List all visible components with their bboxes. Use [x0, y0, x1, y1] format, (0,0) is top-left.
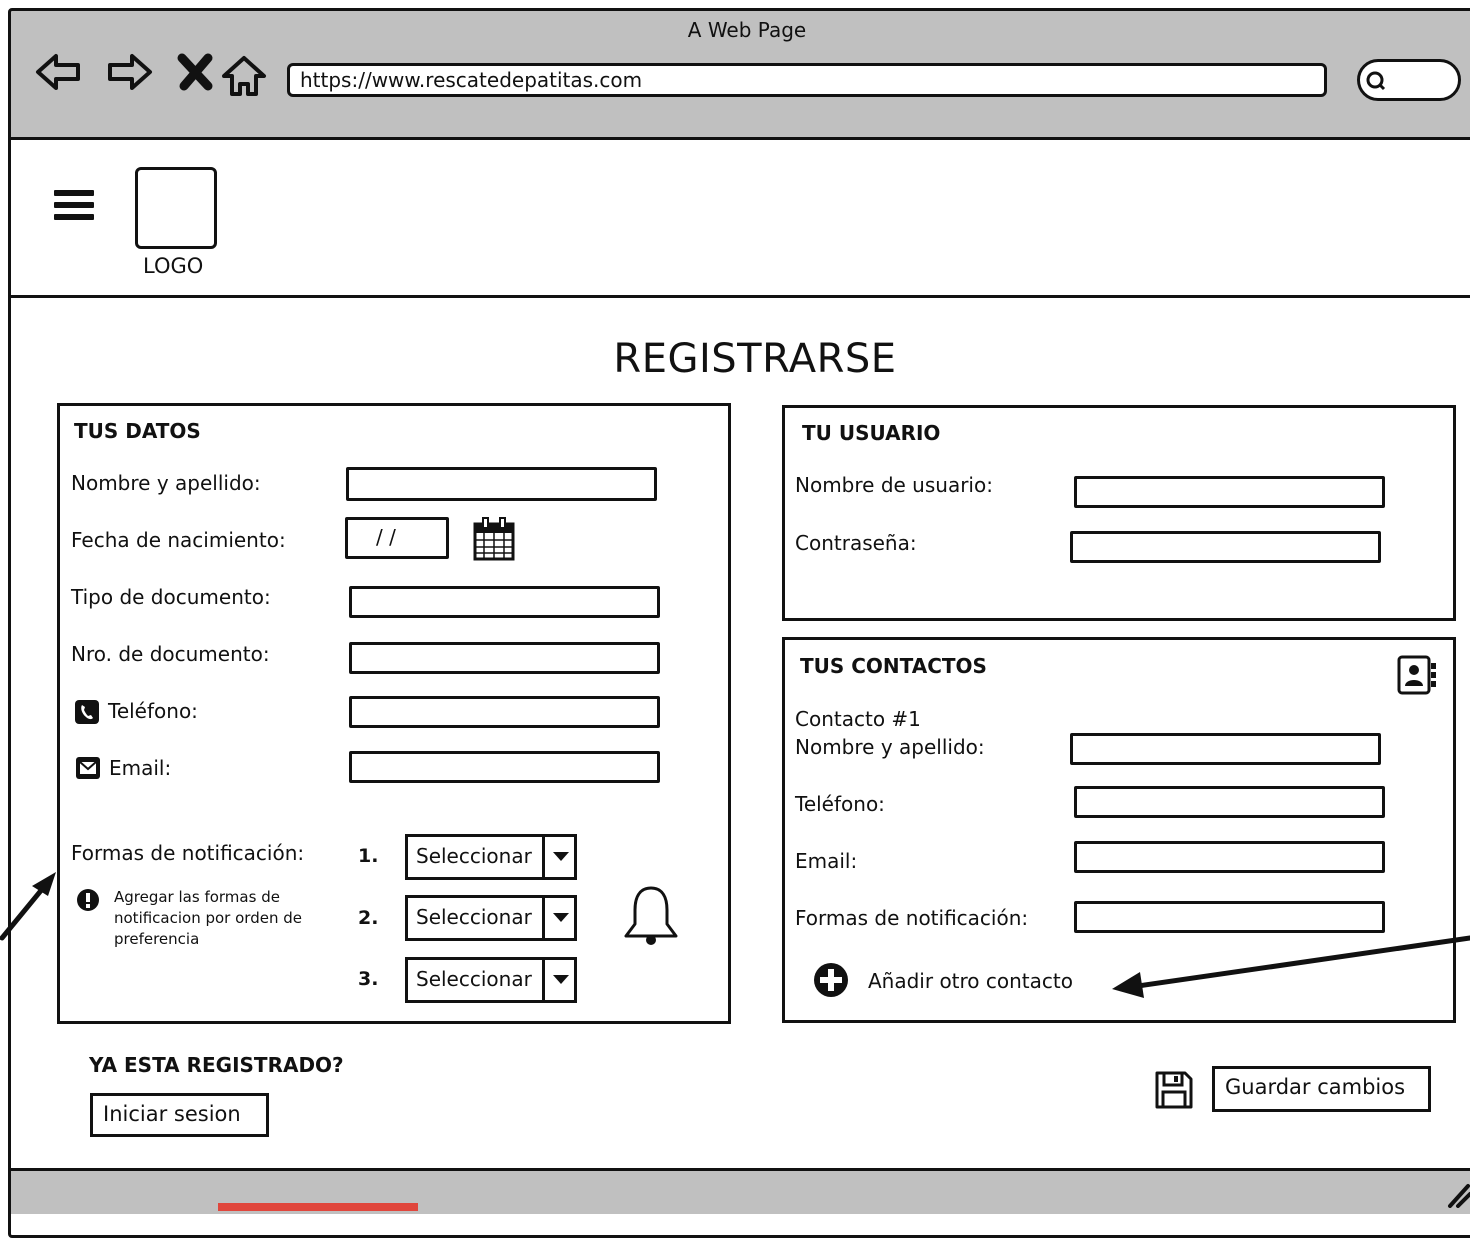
browser-window-frame — [8, 8, 1470, 1238]
